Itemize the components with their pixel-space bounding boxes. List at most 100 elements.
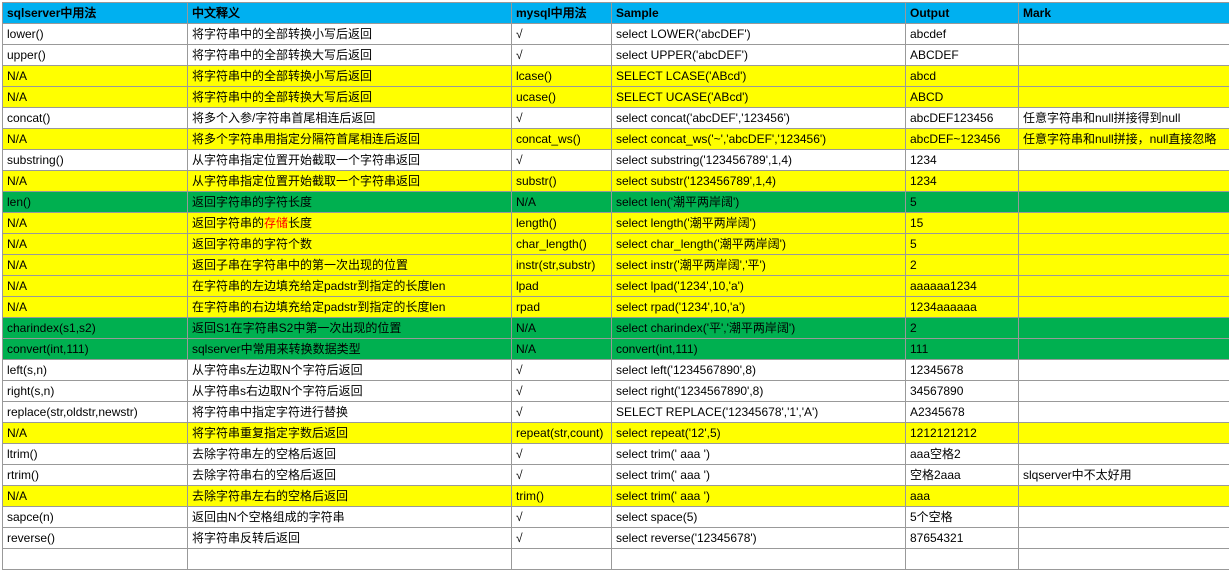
cell: N/A: [3, 276, 188, 297]
cell: [1019, 150, 1229, 171]
cell: √: [512, 444, 612, 465]
cell: N/A: [512, 339, 612, 360]
cell: √: [512, 528, 612, 549]
table-row: ltrim()去除字符串左的空格后返回√select trim(' aaa ')…: [3, 444, 1229, 465]
header-4: Output: [906, 3, 1019, 24]
cell: 去除字符串左的空格后返回: [188, 444, 512, 465]
table-row: right(s,n)从字符串s右边取N个字符后返回√select right('…: [3, 381, 1229, 402]
cell: upper(): [3, 45, 188, 66]
cell: select charindex('平','潮平两岸阔'): [612, 318, 906, 339]
cell: 87654321: [906, 528, 1019, 549]
cell: select trim(' aaa '): [612, 486, 906, 507]
cell: select lpad('1234',10,'a'): [612, 276, 906, 297]
cell: rtrim(): [3, 465, 188, 486]
cell: [1019, 297, 1229, 318]
table-row: N/A将字符串中的全部转换大写后返回ucase()SELECT UCASE('A…: [3, 87, 1229, 108]
cell: 将字符串中的全部转换小写后返回: [188, 66, 512, 87]
cell: [1019, 276, 1229, 297]
cell: substr(): [512, 171, 612, 192]
cell: [1019, 255, 1229, 276]
cell: √: [512, 381, 612, 402]
cell: √: [512, 45, 612, 66]
cell: 去除字符串左右的空格后返回: [188, 486, 512, 507]
cell: 将多个字符串用指定分隔符首尾相连后返回: [188, 129, 512, 150]
cell: 34567890: [906, 381, 1019, 402]
table-row: N/A在字符串的右边填充给定padstr到指定的长度lenrpadselect …: [3, 297, 1229, 318]
cell: lower(): [3, 24, 188, 45]
cell: 将多个入参/字符串首尾相连后返回: [188, 108, 512, 129]
cell: select rpad('1234',10,'a'): [612, 297, 906, 318]
function-table: sqlserver中用法中文释义mysql中用法SampleOutputMark…: [2, 2, 1229, 570]
table-row: N/A将字符串重复指定字数后返回repeat(str,count)select …: [3, 423, 1229, 444]
cell: 111: [906, 339, 1019, 360]
cell: N/A: [3, 66, 188, 87]
cell: reverse(): [3, 528, 188, 549]
cell: select instr('潮平两岸阔','平'): [612, 255, 906, 276]
cell: charindex(s1,s2): [3, 318, 188, 339]
cell: [188, 549, 512, 570]
cell: 15: [906, 213, 1019, 234]
cell: 从字符串s右边取N个字符后返回: [188, 381, 512, 402]
cell: select trim(' aaa '): [612, 444, 906, 465]
cell: right(s,n): [3, 381, 188, 402]
cell: [1019, 318, 1229, 339]
table-row: replace(str,oldstr,newstr)将字符串中指定字符进行替换√…: [3, 402, 1229, 423]
cell: len(): [3, 192, 188, 213]
cell: select length('潮平两岸阔'): [612, 213, 906, 234]
cell: ltrim(): [3, 444, 188, 465]
cell: [1019, 45, 1229, 66]
cell: [1019, 360, 1229, 381]
cell: ABCDEF: [906, 45, 1019, 66]
table-row: N/A在字符串的左边填充给定padstr到指定的长度lenlpadselect …: [3, 276, 1229, 297]
cell: 在字符串的左边填充给定padstr到指定的长度len: [188, 276, 512, 297]
cell: 将字符串重复指定字数后返回: [188, 423, 512, 444]
cell: 将字符串反转后返回: [188, 528, 512, 549]
header-2: mysql中用法: [512, 3, 612, 24]
table-row: upper()将字符串中的全部转换大写后返回√select UPPER('abc…: [3, 45, 1229, 66]
cell: A2345678: [906, 402, 1019, 423]
table-row: concat()将多个入参/字符串首尾相连后返回√select concat('…: [3, 108, 1229, 129]
table-row: len()返回字符串的字符长度N/Aselect len('潮平两岸阔')5: [3, 192, 1229, 213]
cell: char_length(): [512, 234, 612, 255]
cell: [3, 549, 188, 570]
cell: ABCD: [906, 87, 1019, 108]
cell: substring(): [3, 150, 188, 171]
cell: 任意字符串和null拼接，null直接忽略: [1019, 129, 1229, 150]
cell: [1019, 402, 1229, 423]
cell: select trim(' aaa '): [612, 465, 906, 486]
cell: N/A: [3, 297, 188, 318]
cell: 返回字符串的字符个数: [188, 234, 512, 255]
table-row: N/A去除字符串左右的空格后返回trim()select trim(' aaa …: [3, 486, 1229, 507]
cell: [906, 549, 1019, 570]
cell: [1019, 549, 1229, 570]
cell: [1019, 24, 1229, 45]
cell: aaa空格2: [906, 444, 1019, 465]
cell: N/A: [3, 234, 188, 255]
table-row: N/A返回子串在字符串中的第一次出现的位置instr(str,substr)se…: [3, 255, 1229, 276]
cell: convert(int,111): [612, 339, 906, 360]
cell: 返回S1在字符串S2中第一次出现的位置: [188, 318, 512, 339]
cell: √: [512, 150, 612, 171]
cell: [612, 549, 906, 570]
cell: aaaaaa1234: [906, 276, 1019, 297]
cell: 1212121212: [906, 423, 1019, 444]
cell: lcase(): [512, 66, 612, 87]
cell: 2: [906, 318, 1019, 339]
cell: 返回子串在字符串中的第一次出现的位置: [188, 255, 512, 276]
cell: √: [512, 507, 612, 528]
cell: N/A: [512, 192, 612, 213]
cell: select concat('abcDEF','123456'): [612, 108, 906, 129]
cell: [1019, 339, 1229, 360]
cell: trim(): [512, 486, 612, 507]
table-row: rtrim()去除字符串右的空格后返回√select trim(' aaa ')…: [3, 465, 1229, 486]
cell: concat(): [3, 108, 188, 129]
cell: 将字符串中的全部转换大写后返回: [188, 87, 512, 108]
cell: [1019, 213, 1229, 234]
cell: abcdef: [906, 24, 1019, 45]
cell: ucase(): [512, 87, 612, 108]
cell: [1019, 234, 1229, 255]
cell: select LOWER('abcDEF'): [612, 24, 906, 45]
cell: lpad: [512, 276, 612, 297]
cell: select left('1234567890',8): [612, 360, 906, 381]
table-row: lower()将字符串中的全部转换小写后返回√select LOWER('abc…: [3, 24, 1229, 45]
